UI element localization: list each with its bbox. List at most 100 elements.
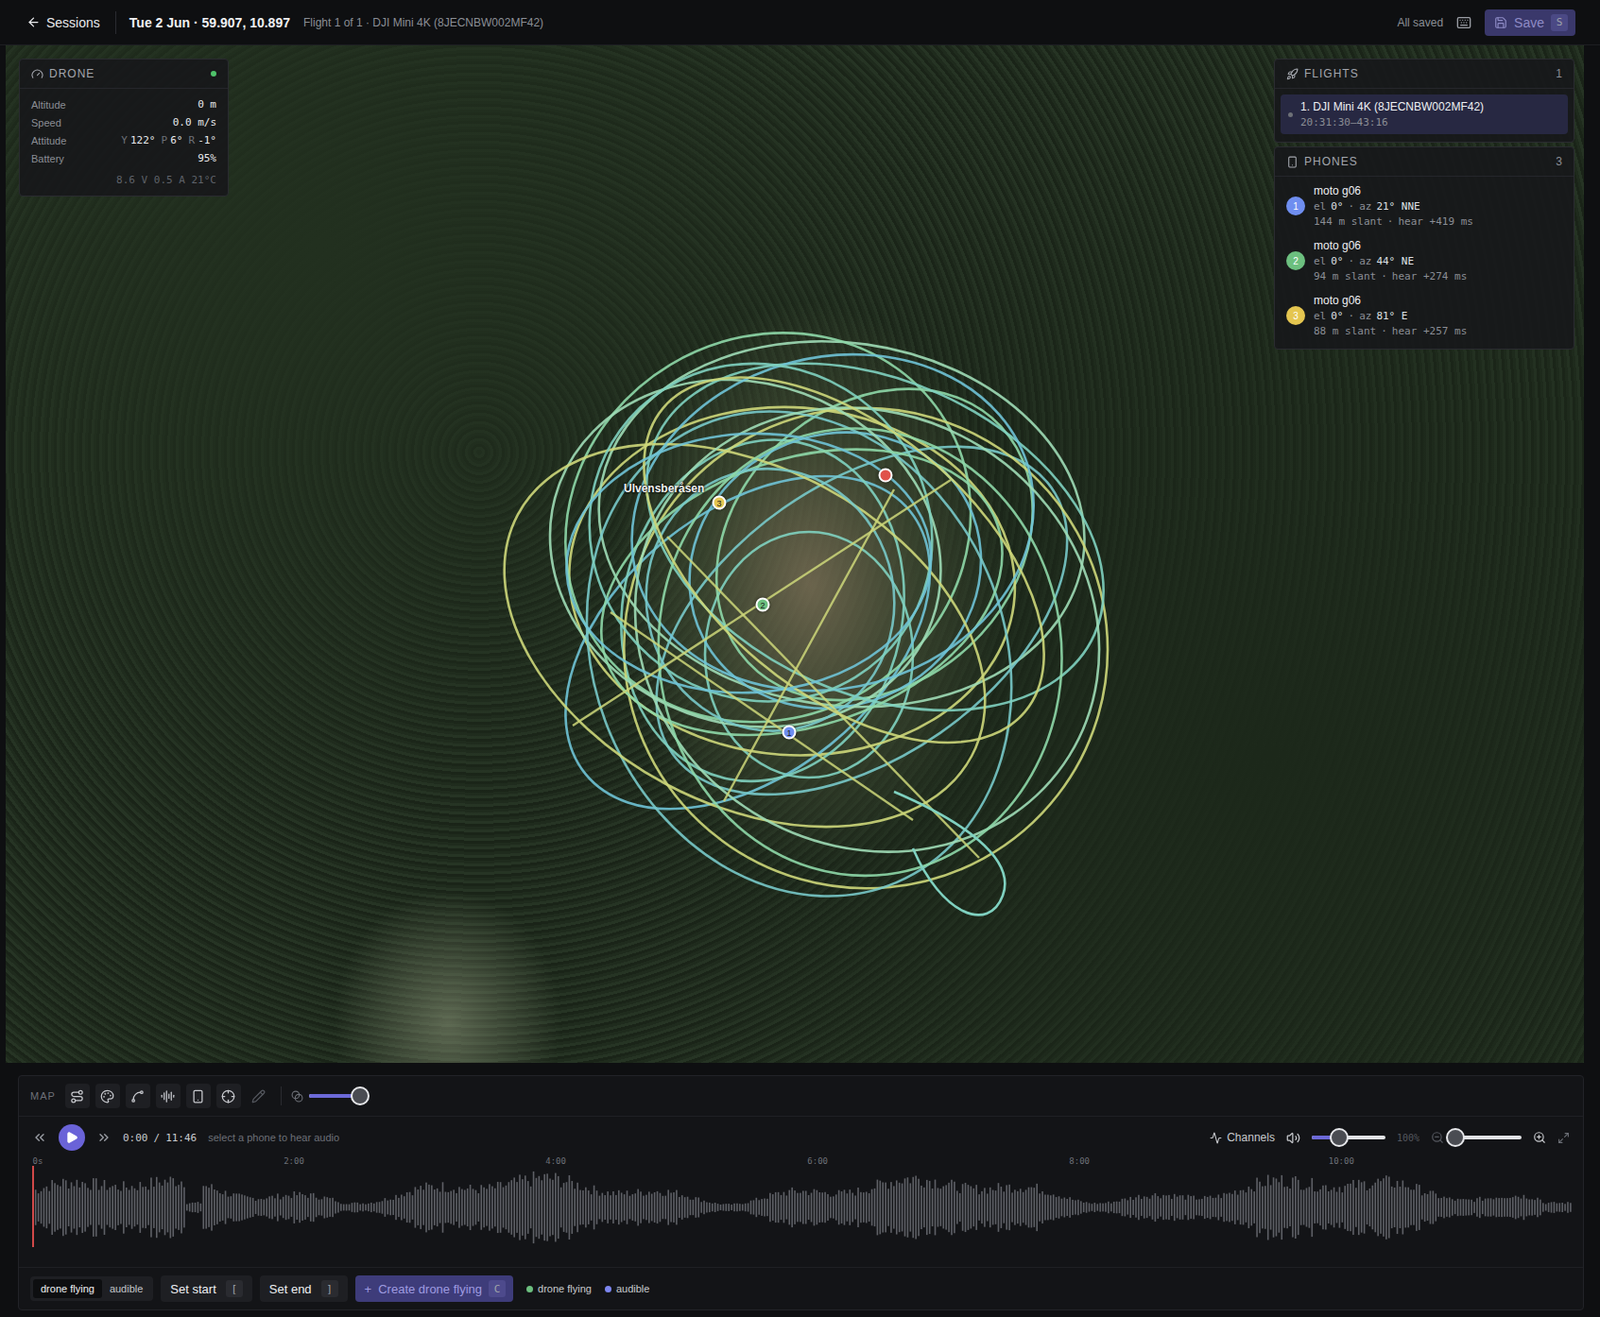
keyboard-icon <box>1456 15 1472 31</box>
legend-dot <box>526 1286 534 1293</box>
volume-slider[interactable] <box>1311 1135 1386 1140</box>
flights-panel: FLIGHTS11. DJI Mini 4K (8JECNBW002MF42)2… <box>1273 58 1575 143</box>
forward-icon <box>96 1130 112 1146</box>
phone-badge: 2 <box>1286 251 1306 271</box>
place-label: Ulvensberåsen <box>623 481 705 496</box>
play-button[interactable] <box>58 1124 86 1152</box>
timeline-tick: 8:00 <box>1068 1156 1090 1167</box>
opacity-slider[interactable] <box>309 1094 361 1099</box>
save-button[interactable]: SaveS <box>1484 9 1576 36</box>
phone-item[interactable]: 1moto g06el0°·az21° NNE144 m slant·hear … <box>1280 176 1568 232</box>
annotation-bar: drone flyingaudibleSet start[Set end]+Cr… <box>18 1267 1583 1310</box>
back-link[interactable]: Sessions <box>26 11 117 35</box>
audio-button[interactable] <box>155 1083 181 1109</box>
save-status: All saved <box>1396 16 1444 30</box>
top-bar: Sessions Tue 2 Jun · 59.907, 10.897 Flight… <box>0 0 1600 46</box>
drone-panel: DRONEAltitude0 mSpeed0.0 m/sAttitudeY 12… <box>18 58 229 197</box>
audio-lines-icon <box>160 1089 175 1104</box>
app: Sessions Tue 2 Jun · 59.907, 10.897 Flight… <box>0 0 1600 1317</box>
bottom-panel: MAP0:00/11:46select a phone to hear audi… <box>17 1075 1584 1311</box>
drone-pin[interactable] <box>878 468 894 483</box>
flight-dot <box>1288 112 1293 118</box>
slider-thumb[interactable] <box>1445 1128 1465 1148</box>
playhead[interactable] <box>32 1166 35 1248</box>
phone-pin[interactable]: 1 <box>782 725 797 740</box>
data-row: Altitude0 m <box>31 98 217 111</box>
phone-badge: 3 <box>1286 306 1306 326</box>
volume-icon[interactable] <box>1286 1131 1301 1146</box>
slider-thumb[interactable] <box>350 1086 370 1106</box>
phone-pin[interactable]: 2 <box>756 598 771 613</box>
phone-button[interactable] <box>186 1083 211 1109</box>
timeline-tick: 6:00 <box>807 1156 828 1167</box>
set-start-button[interactable]: Set start[ <box>160 1275 252 1303</box>
route-icon <box>69 1089 85 1104</box>
rocket-icon <box>1286 68 1299 81</box>
phone-item[interactable]: 2moto g06el0°·az44° NE94 m slant·hear +2… <box>1280 231 1568 287</box>
power-readout: 8.6 V 0.5 A 21°C <box>31 170 217 187</box>
panel-header: PHONES3 <box>1274 154 1574 177</box>
set-end-button[interactable]: Set end] <box>259 1275 348 1303</box>
locate-button[interactable] <box>216 1083 241 1109</box>
key-hint: C <box>488 1280 506 1298</box>
activity-icon <box>1209 1132 1222 1145</box>
play-icon <box>65 1131 79 1145</box>
session-subtitle: Flight 1 of 1 · DJI Mini 4K (8JECNBW002M… <box>303 16 544 30</box>
mode-option[interactable]: drone flying <box>33 1279 103 1299</box>
timeline[interactable]: 0s 2:00 4:00 6:00 8:00 10:00 <box>32 1156 1570 1256</box>
gauge-icon <box>31 68 44 81</box>
route-button[interactable] <box>65 1083 90 1109</box>
key-hint: [ <box>225 1280 243 1298</box>
create-button[interactable]: +Create drone flyingC <box>355 1275 514 1303</box>
zoom-in-icon[interactable] <box>1532 1131 1547 1145</box>
zoom-out-icon[interactable] <box>1430 1131 1445 1145</box>
save-icon <box>1494 16 1508 30</box>
phone-badge: 1 <box>1286 196 1306 216</box>
slider-thumb[interactable] <box>1329 1128 1349 1148</box>
phone-icon <box>1286 155 1299 169</box>
channels-button[interactable]: Channels <box>1209 1131 1275 1145</box>
key-hint: S <box>1550 14 1568 32</box>
map[interactable]: Ulvensberåsen123DRONEAltitude0 mSpeed0.0… <box>5 45 1584 1064</box>
pencil-icon <box>251 1089 266 1104</box>
expand-icon[interactable] <box>1557 1132 1570 1145</box>
crosshair-icon <box>221 1089 236 1104</box>
map-toolbar: MAP <box>18 1076 1583 1118</box>
audio-hint: select a phone to hear audio <box>207 1132 340 1144</box>
phones-panel: PHONES31moto g06el0°·az21° NNE144 m slan… <box>1273 146 1575 350</box>
arrow-left-icon <box>26 15 41 30</box>
timeline-tick: 10:00 <box>1328 1156 1355 1167</box>
mode-switch: drone flyingaudible <box>30 1276 154 1302</box>
flight-item[interactable]: 1. DJI Mini 4K (8JECNBW002MF42)20:31:30–… <box>1280 94 1568 135</box>
phone-item[interactable]: 3moto g06el0°·az81° E88 m slant·hear +25… <box>1280 286 1568 342</box>
key-hint: ] <box>321 1280 339 1298</box>
data-row: AttitudeY 122°P 6°R -1° <box>31 134 217 147</box>
waveform[interactable] <box>32 1169 1573 1246</box>
palette-button[interactable] <box>95 1083 121 1109</box>
volume-reading: 100% <box>1396 1133 1420 1144</box>
shortcuts-button[interactable] <box>1456 15 1472 31</box>
session-title: Tue 2 Jun · 59.907, 10.897 <box>129 15 291 31</box>
legend-item: audible <box>604 1283 650 1295</box>
timeline-tick: 0s <box>33 1156 44 1167</box>
forward-button[interactable] <box>96 1130 112 1146</box>
mode-option[interactable]: audible <box>102 1279 151 1299</box>
data-row: Battery95% <box>31 152 217 165</box>
rewind-icon <box>32 1130 48 1146</box>
timeline-tick: 4:00 <box>545 1156 567 1167</box>
status-dot <box>210 70 217 77</box>
legend-item: drone flying <box>526 1283 592 1295</box>
rewind-button[interactable] <box>32 1130 48 1146</box>
spline-button[interactable] <box>125 1083 151 1109</box>
draw-button[interactable] <box>246 1083 272 1109</box>
phone-pin[interactable]: 3 <box>712 496 727 511</box>
data-row: Speed0.0 m/s <box>31 116 217 129</box>
timeline-tick: 2:00 <box>283 1156 305 1167</box>
player-controls: 0:00/11:46select a phone to hear audioCh… <box>18 1117 1583 1153</box>
phone-icon <box>190 1089 206 1104</box>
zoom-slider[interactable] <box>1455 1135 1522 1140</box>
spline-icon <box>130 1089 145 1104</box>
opacity-icon <box>291 1090 304 1103</box>
legend-dot <box>604 1286 612 1293</box>
palette-icon <box>100 1089 115 1104</box>
